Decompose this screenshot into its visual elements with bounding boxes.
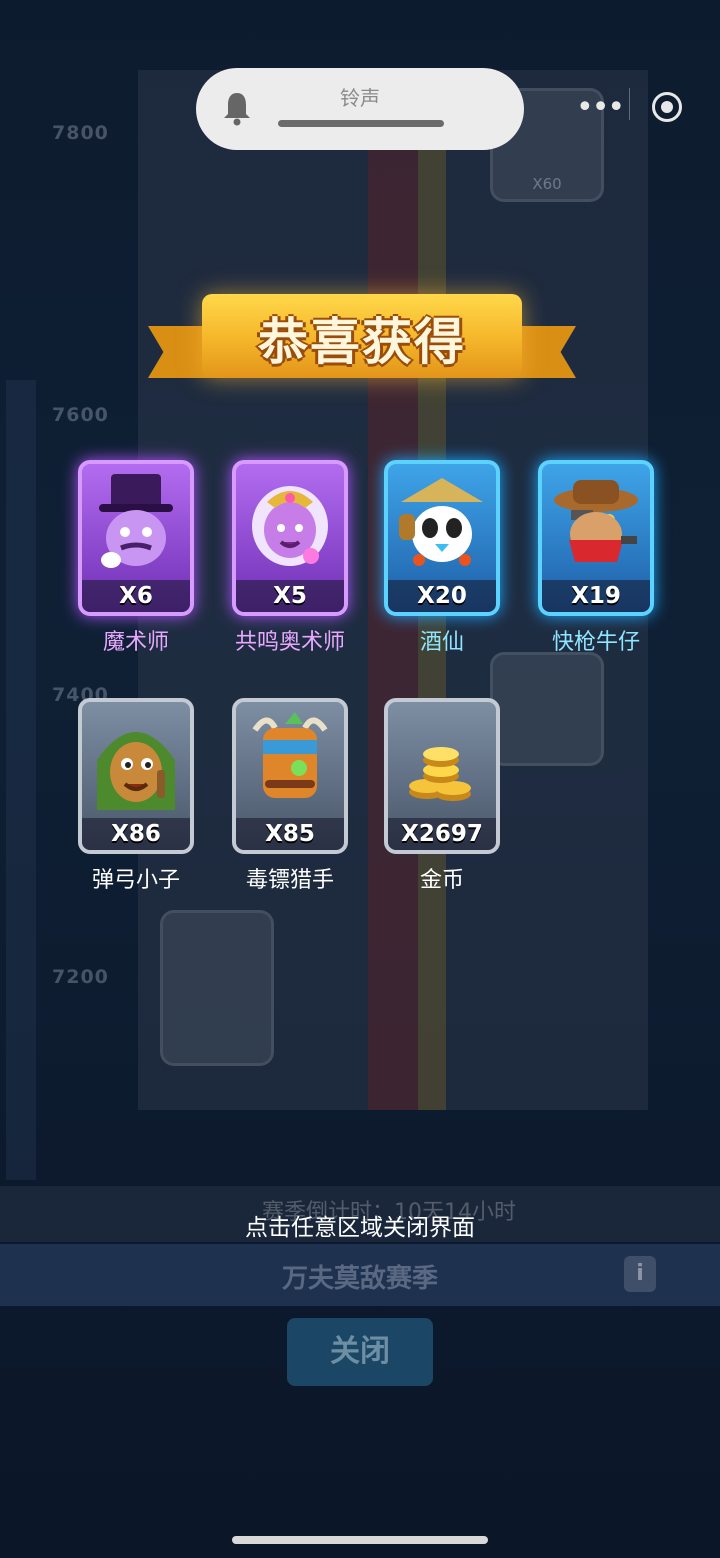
reward-card: X86 [78,698,194,854]
banner-title: 恭喜获得 [258,313,466,371]
level-label: 7200 [52,966,109,988]
reward-card: X20 [384,460,500,616]
hero-portrait [388,464,496,580]
magician-icon [99,474,173,568]
volume-bar [278,120,444,127]
reward-name: 弹弓小子 [91,868,180,893]
reward-item: X19 快枪牛仔 [536,460,656,656]
reward-quantity: X20 [388,580,496,612]
slingshot-kid-icon [97,732,175,810]
reward-item: X85 毒镖猎手 [230,698,350,894]
notification-title: 铃声 [340,86,380,110]
reward-quantity: X85 [236,818,344,850]
capsule-divider [629,88,630,120]
reward-quantity: X6 [82,580,190,612]
reward-item: X6 魔术师 [76,460,196,656]
more-button[interactable]: ••• [576,90,625,125]
cowboy-icon [554,480,638,562]
panda-icon [399,478,483,566]
slot-badge: X60 [532,175,562,193]
reward-item: X5 共鸣奥术师 [230,460,350,656]
reward-card: X19 [538,460,654,616]
arcanist-icon [252,486,328,566]
close-button[interactable]: 关闭 [287,1318,433,1386]
season-title: 万夫莫敌赛季 [281,1264,438,1294]
progress-rail [6,380,36,1180]
reward-quantity: X2697 [388,818,496,850]
reward-name: 共鸣奥术师 [234,630,345,655]
reward-slot [490,652,604,766]
level-label: 7600 [52,404,109,426]
close-hint[interactable]: 点击任意区域关闭界面 [0,1208,720,1242]
reward-item: X2697 金币 [382,698,502,894]
hero-portrait [236,702,344,818]
coin-portrait [388,702,496,818]
gold-coins-icon [409,747,471,801]
reward-slot [160,910,274,1066]
reward-card: X5 [232,460,348,616]
reward-name: 毒镖猎手 [245,868,334,893]
reward-quantity: X5 [236,580,344,612]
hero-portrait [236,464,344,580]
reward-item: X20 酒仙 [382,460,502,656]
level-label: 7800 [52,122,109,144]
hero-portrait [82,702,190,818]
info-icon[interactable]: i [624,1256,656,1292]
reward-card: X6 [78,460,194,616]
reward-name: 金币 [419,868,464,893]
target-icon[interactable] [652,92,682,122]
hero-portrait [542,464,650,580]
reward-item: X86 弹弓小子 [76,698,196,894]
reward-card: X2697 [384,698,500,854]
reward-banner: 恭喜获得 [148,290,576,396]
hero-portrait [82,464,190,580]
reward-name: 酒仙 [419,630,464,655]
ringtone-notification[interactable]: 铃声 [196,68,524,150]
reward-quantity: X86 [82,818,190,850]
reward-card: X85 [232,698,348,854]
home-indicator[interactable] [232,1536,488,1544]
reward-name: 魔术师 [102,630,169,655]
reward-quantity: X19 [542,580,650,612]
reward-name: 快枪牛仔 [551,630,640,655]
dart-hunter-icon [252,712,328,798]
